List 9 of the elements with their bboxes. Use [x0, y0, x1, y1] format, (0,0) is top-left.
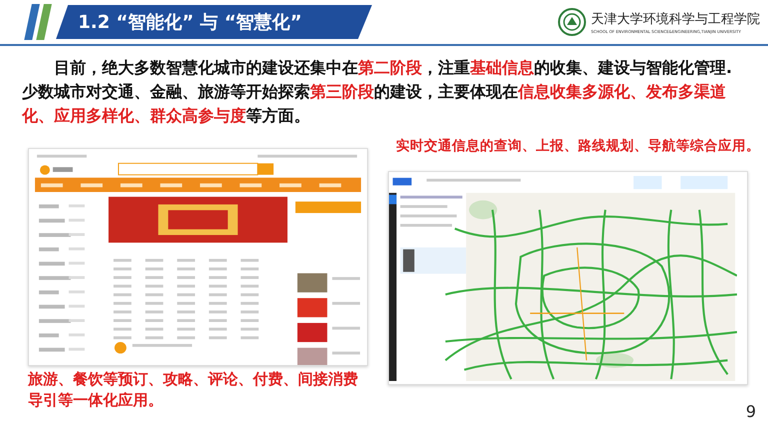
- university-emblem-icon: [558, 8, 586, 36]
- stripe-decoration: [24, 4, 40, 40]
- left-caption: 旅游、餐饮等预订、攻略、评论、付费、间接消费导引等一体化应用。: [28, 369, 359, 411]
- body-paragraph: 目前，绝大多数智慧化城市的建设还集中在第二阶段，注重基础信息的收集、建设与智能化管理. 少数城市对交通、金融、旅游等开始探索第三阶段的建设，主要体现在信息收集多源化、发布多渠道化、应用多样化、群众高参与度等方面。: [22, 57, 734, 127]
- stripe-decoration: [36, 4, 52, 40]
- right-caption: 实时交通信息的查询、上报、路线规划、导航等综合应用。: [396, 137, 748, 156]
- page-number: 9: [746, 402, 756, 421]
- school-name: 天津大学环境科学与工程学院: [591, 11, 760, 28]
- slide-title: 1.2 “智能化” 与 “智慧化”: [56, 5, 372, 39]
